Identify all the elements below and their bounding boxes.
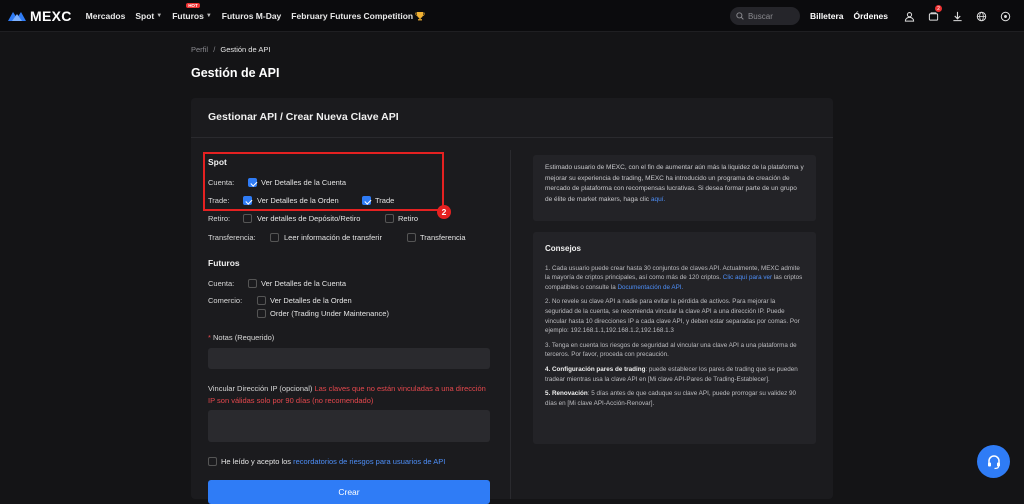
- breadcrumb-perfil[interactable]: Perfil: [191, 45, 208, 54]
- breadcrumb: Perfil / Gestión de API: [191, 45, 270, 54]
- search-placeholder: Buscar: [747, 11, 773, 21]
- futuros-comercio-label: Comercio:: [208, 296, 243, 305]
- panel-heading: Gestionar API / Crear Nueva Clave API: [208, 111, 399, 123]
- nav-mercados[interactable]: Mercados: [86, 11, 126, 21]
- api-docs-link[interactable]: Documentación de API.: [617, 284, 683, 291]
- chevron-down-icon: ▼: [156, 12, 163, 19]
- user-icon[interactable]: [898, 0, 920, 32]
- agree-text-wrap: He leído y acepto los recordatorios de r…: [221, 457, 445, 466]
- trophy-icon: [415, 11, 425, 20]
- spot-transfer-label: Transferencia:: [208, 233, 256, 242]
- breadcrumb-current: Gestión de API: [220, 45, 271, 54]
- futuros-cuenta-checkbox[interactable]: [248, 279, 257, 288]
- headset-icon: [987, 454, 1000, 469]
- agree-text: He leído y acepto los: [221, 457, 292, 466]
- nav-futuros-label: Futuros: [172, 10, 204, 21]
- tip-4: 4. Configuración pares de trading: puede…: [545, 365, 804, 384]
- risk-reminders-link[interactable]: recordatorios de riesgos para usuarios d…: [293, 457, 445, 466]
- tip-3: 3. Tenga en cuenta los riesgos de seguri…: [545, 341, 797, 359]
- hot-badge: HOT: [186, 2, 200, 8]
- tip-5-bold: 5. Renovación: [545, 390, 588, 398]
- notification-badge: 2: [935, 5, 942, 12]
- highlight-box: [203, 152, 444, 211]
- spot-transfer-checkbox[interactable]: [407, 233, 416, 242]
- nav-competition-label: February Futures Competition: [291, 10, 414, 21]
- column-divider: [510, 150, 511, 499]
- spot-retiro-checkbox[interactable]: [385, 214, 394, 223]
- futuros-cuenta-label: Cuenta:: [208, 279, 235, 288]
- tip-1-link[interactable]: Clic aquí para ver: [723, 274, 772, 281]
- futuros-comercio-view-option: Ver Detalles de la Orden: [270, 296, 352, 305]
- support-chat-button[interactable]: [977, 445, 1010, 478]
- notes-input[interactable]: [208, 348, 490, 369]
- ip-label: Vincular Dirección IP (opcional) Las cla…: [208, 383, 488, 407]
- nav-ordenes[interactable]: Órdenes: [854, 11, 889, 21]
- main-nav: Mercados Spot ▼ Futuros ▼ HOT Futuros M-Day…: [86, 2, 425, 21]
- tip-2: 2. No revele su clave API a nadie para e…: [545, 298, 800, 335]
- futuros-comercio-view-checkbox[interactable]: [257, 296, 266, 305]
- nav-billetera[interactable]: Billetera: [810, 11, 844, 21]
- breadcrumb-separator: /: [213, 45, 216, 54]
- nav-spot-label: Spot: [135, 10, 155, 21]
- tip-5: 5. Renovación: 5 días antes de que caduq…: [545, 389, 804, 408]
- tip-4-bold: 4. Configuración pares de trading: [545, 365, 646, 373]
- logo-text: MEXC: [30, 7, 72, 24]
- spot-retiro-option: Retiro: [398, 214, 419, 223]
- settings-icon[interactable]: [994, 0, 1016, 32]
- spot-retiro-view-option: Ver detalles de Depósito/Retiro: [257, 214, 361, 223]
- search-icon: [736, 12, 744, 20]
- nav-spot[interactable]: Spot ▼: [135, 11, 162, 21]
- info-text: Estimado usuario de MEXC, con el fin de …: [545, 164, 804, 203]
- notification-icon[interactable]: 2: [922, 0, 944, 32]
- chevron-down-icon: ▼: [205, 12, 212, 19]
- notes-label: * Notas (Requerido): [208, 333, 274, 342]
- mexc-logo[interactable]: MEXC: [8, 8, 72, 24]
- futuros-section-title: Futuros: [208, 258, 240, 268]
- spot-retiro-view-checkbox[interactable]: [243, 214, 252, 223]
- create-button[interactable]: Crear: [208, 480, 490, 504]
- step-marker: 2: [437, 205, 451, 219]
- download-icon[interactable]: [946, 0, 968, 32]
- ip-label-text: Vincular Dirección IP (opcional): [208, 384, 313, 393]
- spot-retiro-label: Retiro:: [208, 214, 231, 223]
- nav-futuros[interactable]: Futuros ▼ HOT: [172, 2, 212, 21]
- nav-futuros-mday-label: Futuros M-Day: [221, 10, 282, 21]
- spot-transfer-view-checkbox[interactable]: [270, 233, 279, 242]
- agree-checkbox[interactable]: [208, 457, 217, 466]
- tip-1: 1. Cada usuario puede crear hasta 30 con…: [545, 264, 804, 293]
- tips-box: Consejos 1. Cada usuario puede crear has…: [533, 232, 816, 444]
- spot-transfer-view-option: Leer información de transferir: [284, 233, 382, 242]
- nav-futures-competition[interactable]: February Futures Competition: [291, 11, 425, 21]
- globe-icon[interactable]: [970, 0, 992, 32]
- required-star: *: [208, 333, 211, 342]
- info-link[interactable]: aquí.: [651, 196, 665, 203]
- futuros-order-checkbox[interactable]: [257, 309, 266, 318]
- futuros-cuenta-option: Ver Detalles de la Cuenta: [261, 279, 347, 288]
- nav-futuros-mday[interactable]: Futuros M-Day: [222, 11, 282, 21]
- futuros-order-option: Order (Trading Under Maintenance): [270, 309, 389, 318]
- mexc-logo-icon: [8, 11, 26, 21]
- top-navbar: MEXC Mercados Spot ▼ Futuros ▼ HOT Futuros …: [0, 0, 1024, 32]
- market-maker-info: Estimado usuario de MEXC, con el fin de …: [533, 155, 816, 221]
- page-title: Gestión de API: [191, 66, 280, 80]
- ip-input[interactable]: [208, 410, 490, 442]
- nav-mercados-label: Mercados: [85, 10, 126, 21]
- search-input[interactable]: Buscar: [729, 7, 800, 25]
- nav-right: Buscar Billetera Órdenes 2: [729, 0, 1024, 32]
- spot-transfer-option: Transferencia: [420, 233, 466, 242]
- notes-label-text: Notas (Requerido): [213, 333, 275, 342]
- tips-title: Consejos: [545, 244, 582, 253]
- panel-divider: [191, 137, 833, 138]
